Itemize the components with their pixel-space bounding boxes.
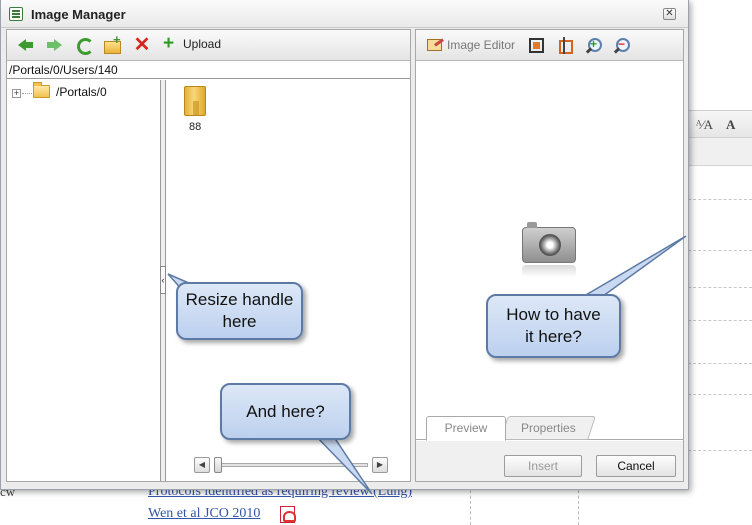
callout-text: here bbox=[222, 312, 257, 331]
callout-text: And here? bbox=[246, 401, 325, 421]
callout-text: How to have bbox=[506, 305, 601, 324]
callout-how-to: How to have it here? bbox=[486, 294, 621, 358]
callout-text: it here? bbox=[525, 327, 582, 346]
callout-tails bbox=[167, 235, 687, 495]
callout-resize-handle: Resize handle here bbox=[176, 282, 303, 340]
callout-text: Resize handle bbox=[185, 290, 294, 309]
callout-and-here: And here? bbox=[220, 383, 351, 440]
callout-tail-andhere bbox=[310, 431, 373, 495]
